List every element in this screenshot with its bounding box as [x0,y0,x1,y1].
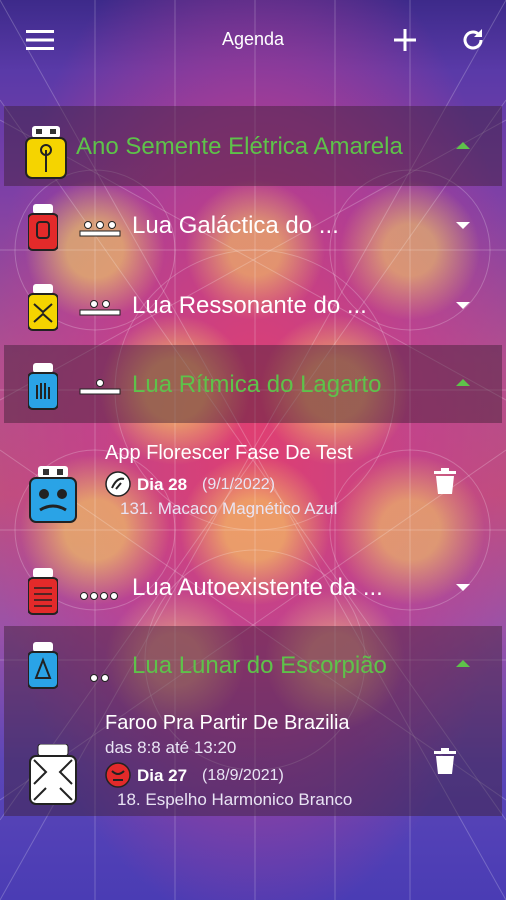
moon-row[interactable]: Lua Rítmica do Lagarto [4,345,502,423]
event-time: das 8:8 até 13:20 [105,738,237,757]
moon-row[interactable]: Lua Autoexistente da ... [4,552,502,624]
red-serpent-glyph-icon [27,204,59,257]
collapse-caret-icon[interactable] [456,660,470,667]
delete-trash-icon[interactable] [434,748,456,779]
event-item[interactable]: Faroo Pra Partir De Brazilia das 8:8 até… [4,704,502,816]
tone-dots-bar-icon [78,221,122,242]
blue-monkey-glyph-icon [28,466,78,529]
collapse-caret-icon[interactable] [456,379,470,386]
blue-storm-glyph-icon [27,642,59,695]
event-date: (9/1/2022) [202,476,275,493]
event-day: Dia 27 [137,766,188,785]
blue-hand-glyph-icon [27,363,59,416]
yellow-seed-glyph-icon [24,126,68,185]
moon-label: Lua Galáctica do ... [132,212,339,239]
app-bar: Agenda [0,0,506,80]
year-header[interactable]: Ano Semente Elétrica Amarela [4,106,502,186]
red-moon-seal-icon [105,762,131,793]
red-earth-glyph-icon [27,568,59,621]
delete-trash-icon[interactable] [434,468,456,499]
year-label: Ano Semente Elétrica Amarela [76,133,403,160]
moon-label: Lua Autoexistente da ... [132,574,383,601]
white-wind-seal-icon [105,471,131,502]
moon-row[interactable]: Lua Galáctica do ... [4,190,502,262]
collapse-caret-icon[interactable] [456,142,470,149]
yellow-human-glyph-icon [27,284,59,337]
tone-dots-bar-icon [78,379,122,400]
plus-icon[interactable] [387,22,423,58]
event-title: Faroo Pra Partir De Brazilia [105,712,350,734]
white-mirror-glyph-icon [28,743,78,811]
event-day: Dia 28 [137,475,188,494]
moon-label: Lua Lunar do Escorpião [132,652,387,679]
refresh-icon[interactable] [455,22,491,58]
moon-row[interactable]: Lua Ressonante do ... [4,270,502,342]
event-date: (18/9/2021) [202,767,284,784]
moon-row[interactable]: Lua Lunar do Escorpião [4,626,502,704]
expand-caret-icon[interactable] [456,222,470,229]
expand-caret-icon[interactable] [456,584,470,591]
moon-label: Lua Rítmica do Lagarto [132,371,382,398]
expand-caret-icon[interactable] [456,302,470,309]
tone-dots-icon [88,670,112,688]
moon-label: Lua Ressonante do ... [132,292,367,319]
event-item[interactable]: App Florescer Fase De Test Dia 28 (9/1/2… [4,428,502,538]
event-kin: 18. Espelho Harmonico Branco [117,790,353,809]
tone-dots-icon [78,588,122,606]
tone-dots-bar-icon [78,300,122,321]
page-title: Agenda [221,29,285,49]
event-title: App Florescer Fase De Test [105,442,353,464]
event-kin: 131. Macaco Magnético Azul [120,499,338,518]
